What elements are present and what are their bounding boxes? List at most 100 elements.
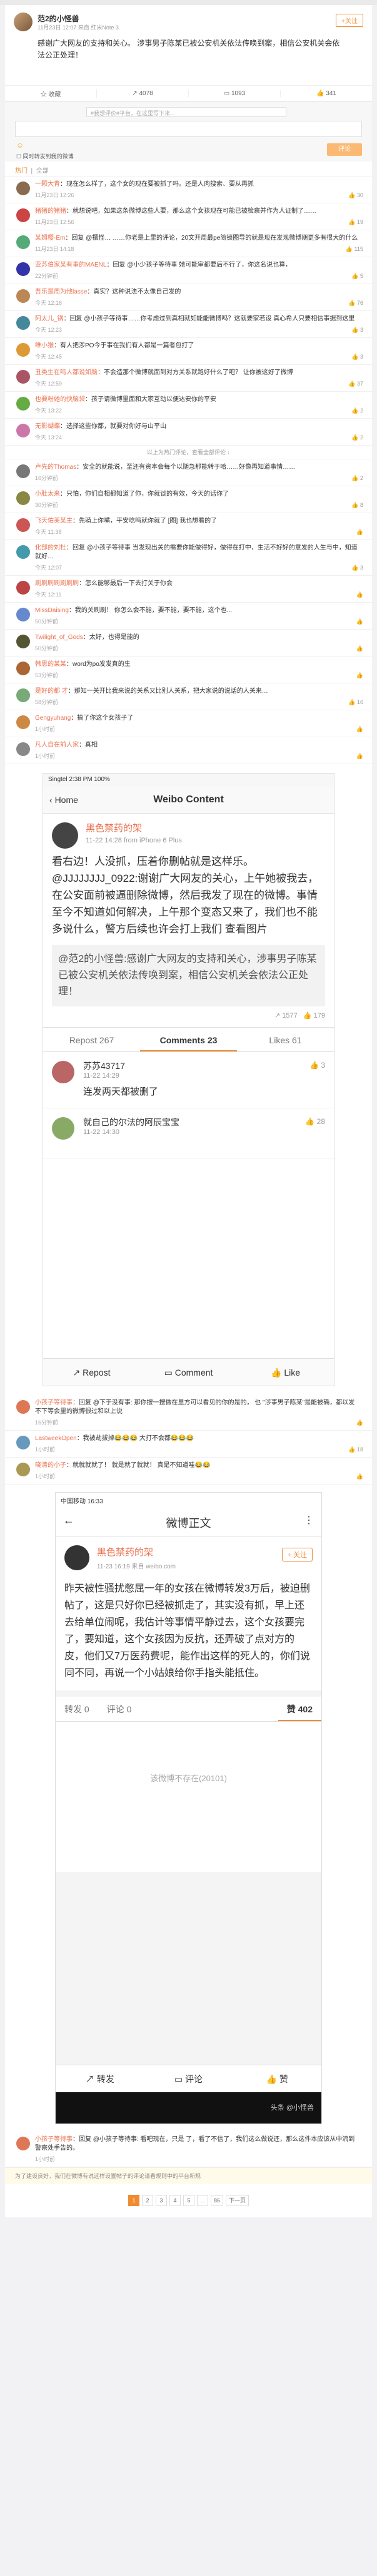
commenter-avatar[interactable] <box>16 464 30 478</box>
repost-action[interactable]: ↗ 转发 <box>56 2065 144 2092</box>
reply-avatar[interactable] <box>52 1117 74 1140</box>
commenter-name[interactable]: 小孩子等待事 <box>35 1399 73 1406</box>
comment-actions[interactable]: 👍 76 <box>348 300 363 307</box>
commenter-name[interactable]: 是好的都 才 <box>35 688 68 695</box>
tab-likes[interactable]: 赞 402 <box>278 1697 321 1721</box>
commenter-avatar[interactable] <box>16 1436 30 1449</box>
commenter-name[interactable]: 亚苏伯家某有事的MAENL <box>35 262 106 268</box>
reply-likes[interactable]: 👍 3 <box>309 1061 325 1070</box>
page-link[interactable]: 4 <box>169 2195 181 2206</box>
commenter-name[interactable]: 小孩子等待事 <box>35 2136 73 2143</box>
comment-actions[interactable]: 👍 <box>356 753 363 760</box>
author-avatar[interactable] <box>14 13 33 31</box>
comment-like-count[interactable]: 18 <box>357 1446 363 1453</box>
commenter-avatar[interactable] <box>16 424 30 437</box>
commenter-avatar[interactable] <box>16 491 30 505</box>
comment-like-count[interactable]: 2 <box>360 434 363 441</box>
comment-actions[interactable]: 👍 2 <box>351 434 363 441</box>
commenter-name[interactable]: 凡人自在前人家 <box>35 742 79 749</box>
favorite-button[interactable]: ☆ 收藏 <box>5 89 97 98</box>
commenter-avatar[interactable] <box>16 688 30 702</box>
page-link[interactable]: 86 <box>210 2195 223 2206</box>
reply-avatar[interactable] <box>52 1061 74 1083</box>
tab-comments[interactable]: 评论 0 <box>98 1697 141 1721</box>
comment-actions[interactable]: 👍 37 <box>348 381 363 387</box>
comment-actions[interactable]: 👍 19 <box>348 219 363 226</box>
commenter-name[interactable]: 阿太儿_锅 <box>35 315 64 322</box>
author-name[interactable]: 黑色禁药的架 <box>97 1545 313 1558</box>
commenter-avatar[interactable] <box>16 715 30 729</box>
follow-button[interactable]: + 关注 <box>281 1548 313 1561</box>
comment-actions[interactable]: 👍 5 <box>351 273 363 280</box>
author-name[interactable]: 黑色禁药的架 <box>86 821 325 834</box>
comment-like-count[interactable]: 3 <box>360 565 363 571</box>
like-action[interactable]: 👍 Like <box>237 1359 334 1386</box>
comment-actions[interactable]: 👍 2 <box>351 475 363 482</box>
reply-user[interactable]: 就自己的尔法的阿辰宝宝 <box>83 1116 325 1128</box>
commenter-avatar[interactable] <box>16 2137 30 2150</box>
repost-button[interactable]: ↗ 4078 <box>97 90 189 97</box>
commenter-name[interactable]: 卢先的Thomas <box>35 464 76 471</box>
commenter-name[interactable]: 也要粉她的快脑袋 <box>35 396 85 403</box>
page-link[interactable]: 1 <box>128 2195 139 2206</box>
comment-actions[interactable]: 👍 3 <box>351 565 363 571</box>
author-avatar[interactable] <box>64 1545 89 1570</box>
comment-like-count[interactable]: 19 <box>357 219 363 225</box>
comment-like-count[interactable]: 2 <box>360 407 363 414</box>
page-link[interactable]: 3 <box>155 2195 167 2206</box>
tab-comments[interactable]: Comments 23 <box>140 1028 237 1051</box>
reply-user[interactable]: 苏苏43717 <box>83 1060 325 1072</box>
commenter-avatar[interactable] <box>16 635 30 648</box>
commenter-avatar[interactable] <box>16 343 30 357</box>
comment-like-count[interactable]: 8 <box>360 502 363 508</box>
comment-like-count[interactable]: 2 <box>360 475 363 481</box>
author-avatar[interactable] <box>52 822 78 849</box>
commenter-avatar[interactable] <box>16 518 30 532</box>
like-action[interactable]: 👍 赞 <box>233 2065 321 2092</box>
page-link[interactable]: 2 <box>141 2195 153 2206</box>
comment-like-count[interactable]: 76 <box>357 300 363 306</box>
commenter-avatar[interactable] <box>16 208 30 222</box>
commenter-name[interactable]: 化部的刘杜 <box>35 544 66 551</box>
tab-repost[interactable]: 转发 0 <box>56 1697 98 1721</box>
commenter-name[interactable]: 刷刷刷刷刷刷刷 <box>35 580 79 587</box>
comment-actions[interactable]: 👍 3 <box>351 327 363 334</box>
comment-action[interactable]: ▭ Comment <box>140 1359 237 1386</box>
commenter-avatar[interactable] <box>16 608 30 621</box>
comment-actions[interactable]: 👍 3 <box>351 354 363 360</box>
reply-likes[interactable]: 👍 28 <box>305 1117 325 1126</box>
commenter-avatar[interactable] <box>16 235 30 249</box>
comment-like-count[interactable]: 115 <box>354 246 363 252</box>
commenter-avatar[interactable] <box>16 742 30 756</box>
commenter-avatar[interactable] <box>16 289 30 303</box>
comment-actions[interactable]: 👍 <box>356 591 363 598</box>
tab-likes[interactable]: Likes 61 <box>237 1028 334 1051</box>
comment-like-count[interactable]: 16 <box>357 699 363 705</box>
comment-actions[interactable]: 👍 <box>356 726 363 733</box>
comment-actions[interactable]: 👍 <box>356 529 363 536</box>
repost-action[interactable]: ↗ Repost <box>43 1359 140 1386</box>
commenter-avatar[interactable] <box>16 397 30 411</box>
page-link[interactable]: ... <box>196 2195 208 2206</box>
commenter-avatar[interactable] <box>16 181 30 195</box>
commenter-avatar[interactable] <box>16 545 30 559</box>
comment-like-count[interactable]: 37 <box>357 381 363 387</box>
commenter-name[interactable]: 晓清的小子 <box>35 1462 66 1469</box>
comment-actions[interactable]: 👍 <box>356 672 363 679</box>
comment-actions[interactable]: 👍 30 <box>348 192 363 199</box>
comment-actions[interactable]: 👍 <box>356 1419 363 1426</box>
commenter-avatar[interactable] <box>16 1463 30 1476</box>
comment-actions[interactable]: 👍 18 <box>348 1446 363 1453</box>
comment-like-count[interactable]: 3 <box>360 354 363 360</box>
send-comment-button[interactable]: 评论 <box>327 143 362 156</box>
emoji-icon[interactable]: ☺ <box>16 141 24 150</box>
comment-action[interactable]: ▭ 评论 <box>144 2065 233 2092</box>
commenter-avatar[interactable] <box>16 316 30 330</box>
commenter-name[interactable]: Twilight_of_Gods <box>35 634 83 641</box>
comment-actions[interactable]: 👍 115 <box>346 246 363 253</box>
commenter-name[interactable]: 某姆樱-Em <box>35 235 65 242</box>
commenter-name[interactable]: 小肚太来 <box>35 491 60 498</box>
comment-actions[interactable]: 👍 <box>356 618 363 625</box>
commenter-name[interactable]: LastweekOpen <box>35 1435 77 1442</box>
tab-repost[interactable]: Repost 267 <box>43 1028 140 1051</box>
